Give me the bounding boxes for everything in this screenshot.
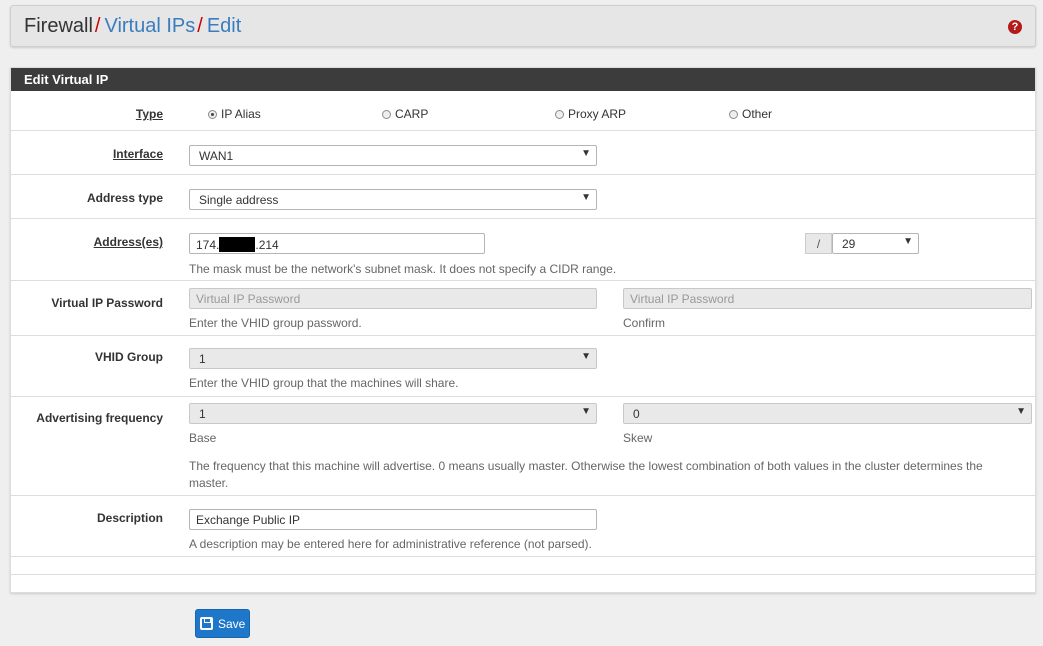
vip-password-label: Virtual IP Password [51,296,163,310]
caret-down-icon: ▼ [903,236,913,247]
breadcrumb-separator: / [94,15,101,37]
caret-down-icon: ▼ [1016,406,1026,417]
interface-label: Interface [112,147,163,161]
breadcrumb-virtual-ips-link[interactable]: Virtual IPs [104,15,195,37]
addresses-label: Address(es) [93,235,163,249]
radio-carp[interactable]: CARP [382,107,428,121]
radio-ip-alias[interactable]: IP Alias [208,107,261,121]
advertising-help-line1: The frequency that this machine will adv… [189,459,983,473]
radio-button[interactable] [382,110,391,119]
caret-down-icon: ▼ [581,406,591,417]
page-header: Firewall / Virtual IPs / Edit ? [10,5,1036,47]
type-label: Type [135,107,163,121]
description-input[interactable]: Exchange Public IP [189,509,597,530]
breadcrumb: Firewall / Virtual IPs / Edit [24,15,241,38]
address-input[interactable]: 174. .214 [189,233,485,254]
question-circle-icon[interactable]: ? [1008,20,1022,34]
panel-title: Edit Virtual IP [11,68,1035,91]
interface-select[interactable]: WAN1 ▼ [189,145,597,166]
advertising-base-select[interactable]: 1 ▼ [189,403,597,424]
edit-virtual-ip-panel: Edit Virtual IP Type IP Alias CARP Proxy… [10,67,1036,593]
advertising-skew-help: Skew [623,431,653,445]
radio-other[interactable]: Other [729,107,772,121]
cidr-slash-addon: / [805,233,832,254]
caret-down-icon: ▼ [581,351,591,362]
description-help: A description may be entered here for ad… [189,537,592,551]
address-type-label: Address type [86,191,163,205]
advertising-base-help: Base [189,431,217,445]
advertising-label: Advertising frequency [36,411,163,425]
save-button[interactable]: Save [195,609,250,638]
breadcrumb-firewall: Firewall [24,15,93,37]
vip-password-input[interactable]: Virtual IP Password [189,288,597,309]
radio-button-checked[interactable] [208,110,217,119]
mask-select[interactable]: 29 ▼ [832,233,919,254]
description-label: Description [96,511,163,525]
addresses-help: The mask must be the network's subnet ma… [189,262,617,276]
vip-password-confirm-help: Confirm [623,316,666,330]
vhid-group-help: Enter the VHID group that the machines w… [189,376,459,390]
breadcrumb-separator: / [197,15,203,37]
caret-down-icon: ▼ [581,148,591,159]
advertising-skew-select[interactable]: 0 ▼ [623,403,1032,424]
vhid-group-select[interactable]: 1 ▼ [189,348,597,369]
type-row: Type [11,91,1035,131]
address-type-select[interactable]: Single address ▼ [189,189,597,210]
radio-proxy-arp[interactable]: Proxy ARP [555,107,626,121]
radio-button[interactable] [555,110,564,119]
floppy-disk-icon [200,617,213,630]
advertising-help-line2: master. [189,476,229,490]
empty-row [11,557,1035,575]
vhid-group-label: VHID Group [95,350,163,364]
vip-password-confirm-input[interactable]: Virtual IP Password [623,288,1032,309]
vip-password-help: Enter the VHID group password. [189,316,362,330]
caret-down-icon: ▼ [581,192,591,203]
redacted-block [219,237,256,252]
breadcrumb-edit-link[interactable]: Edit [207,15,241,37]
radio-button[interactable] [729,110,738,119]
